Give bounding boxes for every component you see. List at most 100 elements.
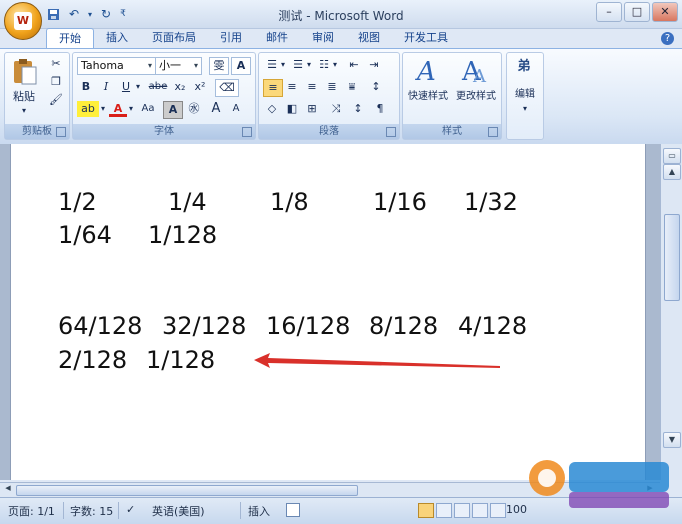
styles-dialog-launcher-icon[interactable] [488, 127, 498, 137]
sort-icon[interactable]: ⤨ [327, 101, 345, 117]
increase-indent-icon[interactable]: ⇥ [365, 57, 383, 73]
asian-layout-icon[interactable]: ◇ [263, 101, 281, 117]
zoom-level[interactable]: 100 [506, 503, 527, 516]
align-left-icon[interactable]: ≡ [263, 79, 283, 97]
word-count[interactable]: 字数: 15 [70, 503, 113, 519]
decrease-indent-icon[interactable]: ⇤ [345, 57, 363, 73]
cut-icon[interactable]: ✂ [47, 56, 65, 72]
text-64-128: 64/128 [58, 312, 143, 340]
tab-view[interactable]: 视图 [346, 28, 392, 48]
clipboard-dialog-launcher-icon[interactable] [56, 127, 66, 137]
maximize-button[interactable]: □ [624, 2, 650, 22]
shading-icon[interactable]: ◧ [283, 101, 301, 117]
change-styles-label[interactable]: 更改样式 [451, 89, 501, 105]
quick-styles-icon[interactable]: A [415, 56, 443, 87]
vertical-scrollbar[interactable]: ▭ ▲ ▼ [660, 144, 682, 480]
find-icon[interactable]: 弟 [515, 59, 533, 75]
paste-icon[interactable] [11, 57, 39, 87]
paste-dropdown-icon[interactable]: ▾ [7, 103, 41, 119]
scroll-up-icon[interactable]: ▲ [663, 164, 681, 180]
numbering-dropdown-icon[interactable]: ▾ [305, 57, 313, 73]
phonetic-guide-button[interactable]: 雯 [209, 57, 229, 75]
character-border-button[interactable]: A [231, 57, 251, 75]
quick-styles-label[interactable]: 快速样式 [403, 89, 453, 105]
highlight-dropdown-icon[interactable]: ▾ [99, 101, 107, 117]
align-right-icon[interactable]: ≡ [303, 79, 321, 95]
hscroll-thumb[interactable] [16, 485, 358, 496]
highlight-color-icon[interactable]: ab [77, 101, 99, 117]
text-1-16: 1/16 [373, 188, 427, 216]
tab-home[interactable]: 开始 [46, 28, 94, 48]
insert-mode[interactable]: 插入 [248, 503, 270, 519]
text-1-8: 1/8 [270, 188, 309, 216]
web-layout-view-icon[interactable] [454, 503, 470, 518]
sort-az-icon[interactable]: ↕ [349, 101, 367, 117]
text-4-128: 4/128 [458, 312, 528, 340]
tab-page-layout[interactable]: 页面布局 [140, 28, 208, 48]
line-spacing-icon[interactable]: ↕ [367, 79, 385, 95]
italic-button[interactable]: I [97, 79, 115, 95]
close-button[interactable]: ✕ [652, 2, 678, 22]
tab-mailings[interactable]: 邮件 [254, 28, 300, 48]
text-1-128: 1/128 [148, 221, 218, 249]
ruler-toggle-icon[interactable]: ▭ [663, 148, 681, 164]
shrink-font-button[interactable]: A [227, 101, 245, 117]
font-name-combo[interactable]: Tahoma ▾ [77, 57, 156, 75]
tab-review[interactable]: 审阅 [300, 28, 346, 48]
font-color-icon[interactable]: A [109, 101, 127, 117]
document-page[interactable]: 1/2 1/4 1/8 1/16 1/32 1/64 1/128 64/128 … [10, 144, 646, 480]
font-color-dropdown-icon[interactable]: ▾ [127, 101, 135, 117]
format-painter-icon[interactable]: 🖌 [47, 92, 65, 108]
font-name-dropdown-icon[interactable]: ▾ [145, 58, 155, 74]
copy-icon[interactable]: ❐ [47, 74, 65, 90]
window-controls: – □ ✕ [596, 2, 678, 22]
tab-developer[interactable]: 开发工具 [392, 28, 460, 48]
bold-button[interactable]: B [77, 79, 95, 95]
justify-icon[interactable]: ≣ [323, 79, 341, 95]
text-1-64: 1/64 [58, 221, 112, 249]
print-layout-view-icon[interactable] [418, 503, 434, 518]
font-name-value: Tahoma [81, 59, 124, 72]
tab-references[interactable]: 引用 [208, 28, 254, 48]
bullets-dropdown-icon[interactable]: ▾ [279, 57, 287, 73]
font-size-combo[interactable]: 小一 ▾ [155, 57, 202, 75]
text-2-128: 2/128 [58, 346, 128, 374]
editing-dropdown-icon[interactable]: ▾ [507, 101, 543, 117]
text-1-128-b: 1/128 [146, 346, 216, 374]
language-status[interactable]: 英语(美国) [152, 503, 205, 519]
proofing-icon[interactable]: ✓ [126, 503, 135, 516]
minimize-button[interactable]: – [596, 2, 622, 22]
change-styles-icon[interactable]: AA [461, 56, 489, 87]
macro-record-icon[interactable] [286, 503, 300, 517]
enclose-characters-icon[interactable]: ㊌ [185, 101, 203, 117]
strikethrough-button[interactable]: abe [147, 79, 169, 95]
superscript-button[interactable]: x² [191, 79, 209, 95]
font-size-dropdown-icon[interactable]: ▾ [191, 58, 201, 74]
site-watermark-logo [529, 460, 669, 508]
help-icon[interactable]: ? [661, 32, 674, 45]
outline-view-icon[interactable] [472, 503, 488, 518]
clear-formatting-icon[interactable]: ⌫ [215, 79, 239, 97]
underline-dropdown-icon[interactable]: ▾ [133, 79, 143, 95]
character-shading-button[interactable]: A [163, 101, 183, 119]
scroll-left-icon[interactable]: ◀ [2, 484, 14, 495]
paragraph-dialog-launcher-icon[interactable] [386, 127, 396, 137]
tab-insert[interactable]: 插入 [94, 28, 140, 48]
font-dialog-launcher-icon[interactable] [242, 127, 252, 137]
full-screen-view-icon[interactable] [436, 503, 452, 518]
svg-text:A: A [415, 57, 436, 86]
subscript-button[interactable]: x₂ [171, 79, 189, 95]
styles-group-label: 样式 [403, 124, 501, 139]
page-count[interactable]: 页面: 1/1 [8, 503, 55, 519]
change-case-button[interactable]: Aa [137, 101, 159, 117]
align-center-icon[interactable]: ≡ [283, 79, 301, 95]
text-16-128: 16/128 [266, 312, 351, 340]
multilevel-dropdown-icon[interactable]: ▾ [331, 57, 339, 73]
grow-font-button[interactable]: A [207, 101, 225, 117]
distributed-icon[interactable]: ⩸ [343, 79, 361, 95]
office-button[interactable]: W [4, 2, 42, 40]
draft-view-icon[interactable] [490, 503, 506, 518]
borders-icon[interactable]: ⊞ [303, 101, 321, 117]
scroll-thumb[interactable] [664, 214, 680, 301]
show-hide-marks-icon[interactable]: ¶ [371, 101, 389, 117]
